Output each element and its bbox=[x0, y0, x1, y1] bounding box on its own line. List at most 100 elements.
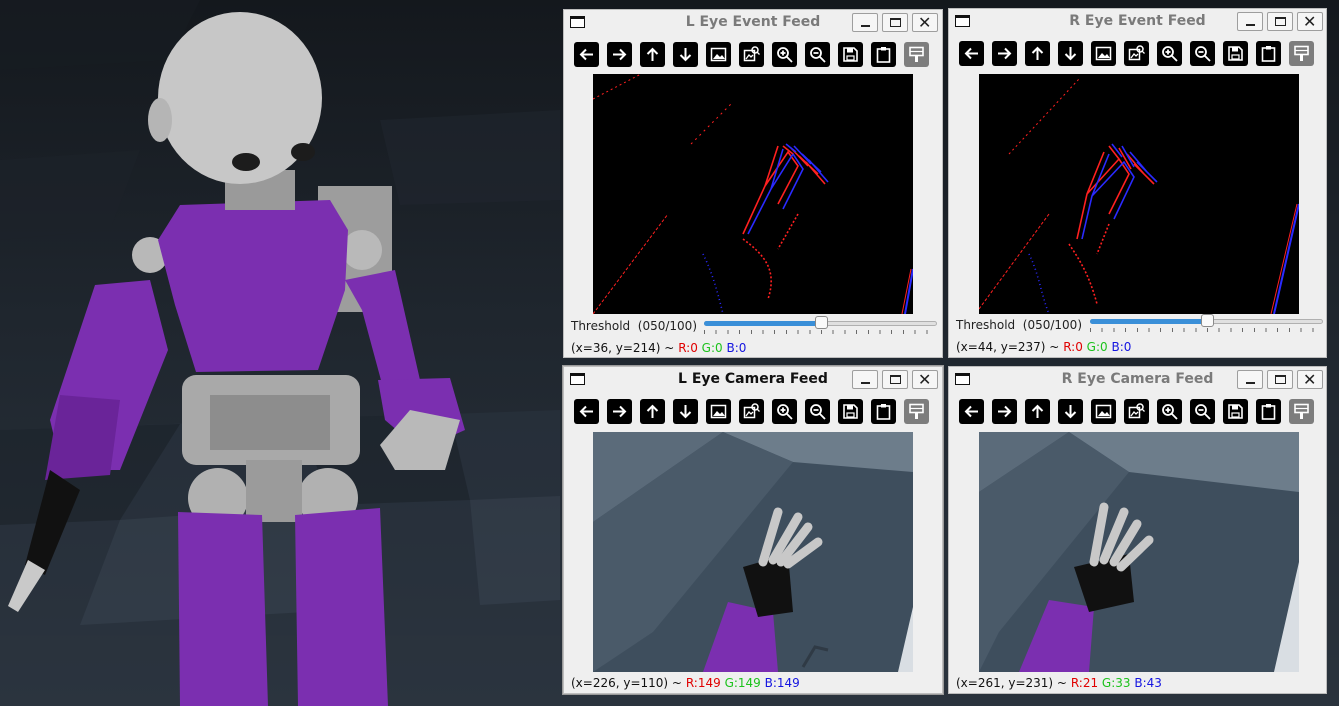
zoom-out-icon bbox=[810, 47, 826, 63]
arrow-down-button[interactable] bbox=[673, 399, 698, 424]
properties-button[interactable] bbox=[1289, 41, 1314, 66]
threshold-slider[interactable] bbox=[704, 316, 937, 334]
l-eye-camera-window[interactable]: L Eye Camera Feed ✕ (x=226, y=110) ~ R:1… bbox=[563, 366, 943, 694]
properties-button[interactable] bbox=[904, 42, 929, 67]
title-bar[interactable]: R Eye Camera Feed ✕ bbox=[949, 367, 1326, 391]
zoom-in-button[interactable] bbox=[1157, 399, 1182, 424]
arrow-right-button[interactable] bbox=[992, 41, 1017, 66]
clipboard-button[interactable] bbox=[871, 399, 896, 424]
zoom-out-button[interactable] bbox=[1190, 41, 1215, 66]
properties-button[interactable] bbox=[904, 399, 929, 424]
close-button[interactable]: ✕ bbox=[912, 13, 938, 32]
image-button[interactable] bbox=[706, 399, 731, 424]
red-value: R:21 bbox=[1070, 676, 1099, 690]
zoom-out-button[interactable] bbox=[1190, 399, 1215, 424]
image-search-button[interactable] bbox=[1124, 399, 1149, 424]
image-button[interactable] bbox=[1091, 399, 1116, 424]
camera-feed-image[interactable] bbox=[593, 432, 913, 672]
properties-button[interactable] bbox=[1289, 399, 1314, 424]
minimize-button[interactable] bbox=[1237, 370, 1263, 389]
save-button[interactable] bbox=[1223, 399, 1248, 424]
l-eye-event-window[interactable]: L Eye Event Feed ✕ Threshold (050/100) (… bbox=[563, 9, 943, 358]
arrow-up-button[interactable] bbox=[1025, 41, 1050, 66]
camera-feed-image[interactable] bbox=[979, 432, 1299, 672]
event-feed-image[interactable] bbox=[593, 74, 913, 314]
minimize-button[interactable] bbox=[852, 13, 878, 32]
image-button[interactable] bbox=[1091, 41, 1116, 66]
maximize-icon bbox=[890, 375, 901, 384]
clipboard-icon bbox=[876, 47, 891, 63]
arrow-down-icon bbox=[679, 48, 692, 62]
green-value: G:149 bbox=[724, 676, 761, 690]
zoom-out-icon bbox=[810, 404, 826, 420]
pixel-status: (x=36, y=214) ~ R:0 G:0 B:0 bbox=[571, 341, 746, 355]
arrow-right-button[interactable] bbox=[607, 42, 632, 67]
arrow-right-icon bbox=[998, 405, 1012, 418]
arrow-right-icon bbox=[613, 48, 627, 61]
event-frame bbox=[979, 74, 1299, 314]
arrow-up-button[interactable] bbox=[1025, 399, 1050, 424]
save-button[interactable] bbox=[1223, 41, 1248, 66]
image-search-button[interactable] bbox=[739, 42, 764, 67]
red-value: R:0 bbox=[678, 341, 698, 355]
image-search-button[interactable] bbox=[1124, 41, 1149, 66]
image-button[interactable] bbox=[706, 42, 731, 67]
close-button[interactable]: ✕ bbox=[1297, 12, 1323, 31]
image-icon bbox=[710, 47, 727, 62]
arrow-right-button[interactable] bbox=[607, 399, 632, 424]
arrow-down-icon bbox=[1064, 405, 1077, 419]
r-eye-camera-window[interactable]: R Eye Camera Feed ✕ (x=261, y=231) ~ R:2… bbox=[948, 366, 1327, 694]
image-search-button[interactable] bbox=[739, 399, 764, 424]
zoom-in-button[interactable] bbox=[772, 42, 797, 67]
arrow-left-icon bbox=[579, 48, 593, 61]
arrow-left-button[interactable] bbox=[959, 399, 984, 424]
cursor-coords: (x=36, y=214) ~ bbox=[571, 341, 675, 355]
arrow-down-button[interactable] bbox=[1058, 41, 1083, 66]
maximize-button[interactable] bbox=[1267, 370, 1293, 389]
slider-ticks bbox=[704, 330, 937, 334]
arrow-up-icon bbox=[646, 404, 659, 418]
arrow-down-button[interactable] bbox=[673, 42, 698, 67]
pixel-status: (x=226, y=110) ~ R:149 G:149 B:149 bbox=[571, 676, 800, 690]
zoom-out-button[interactable] bbox=[805, 399, 830, 424]
minimize-button[interactable] bbox=[852, 370, 878, 389]
arrow-left-button[interactable] bbox=[959, 41, 984, 66]
maximize-icon bbox=[890, 18, 901, 27]
clipboard-button[interactable] bbox=[871, 42, 896, 67]
maximize-icon bbox=[1275, 375, 1286, 384]
save-button[interactable] bbox=[838, 399, 863, 424]
close-button[interactable]: ✕ bbox=[912, 370, 938, 389]
minimize-icon bbox=[861, 25, 870, 27]
arrow-right-button[interactable] bbox=[992, 399, 1017, 424]
threshold-slider[interactable] bbox=[1090, 314, 1323, 332]
close-button[interactable]: ✕ bbox=[1297, 370, 1323, 389]
event-feed-image[interactable] bbox=[979, 74, 1299, 314]
title-bar[interactable]: R Eye Event Feed ✕ bbox=[949, 9, 1326, 33]
zoom-in-button[interactable] bbox=[1157, 41, 1182, 66]
clipboard-button[interactable] bbox=[1256, 399, 1281, 424]
r-eye-event-window[interactable]: R Eye Event Feed ✕ Threshold (050/100) (… bbox=[948, 8, 1327, 358]
arrow-left-button[interactable] bbox=[574, 399, 599, 424]
zoom-out-button[interactable] bbox=[805, 42, 830, 67]
maximize-button[interactable] bbox=[882, 13, 908, 32]
maximize-button[interactable] bbox=[882, 370, 908, 389]
close-icon: ✕ bbox=[918, 370, 932, 389]
threshold-control: Threshold (050/100) bbox=[571, 319, 697, 333]
maximize-button[interactable] bbox=[1267, 12, 1293, 31]
save-button[interactable] bbox=[838, 42, 863, 67]
blue-value: B:43 bbox=[1134, 676, 1162, 690]
slider-handle[interactable] bbox=[1201, 314, 1214, 327]
minimize-button[interactable] bbox=[1237, 12, 1263, 31]
arrow-up-button[interactable] bbox=[640, 399, 665, 424]
arrow-down-button[interactable] bbox=[1058, 399, 1083, 424]
title-bar[interactable]: L Eye Camera Feed ✕ bbox=[564, 367, 942, 391]
title-bar[interactable]: L Eye Event Feed ✕ bbox=[564, 10, 942, 34]
arrow-left-button[interactable] bbox=[574, 42, 599, 67]
green-value: G:0 bbox=[701, 341, 723, 355]
arrow-up-button[interactable] bbox=[640, 42, 665, 67]
clipboard-button[interactable] bbox=[1256, 41, 1281, 66]
zoom-in-button[interactable] bbox=[772, 399, 797, 424]
red-value: R:149 bbox=[685, 676, 721, 690]
camera-frame bbox=[979, 432, 1299, 672]
slider-handle[interactable] bbox=[815, 316, 828, 329]
